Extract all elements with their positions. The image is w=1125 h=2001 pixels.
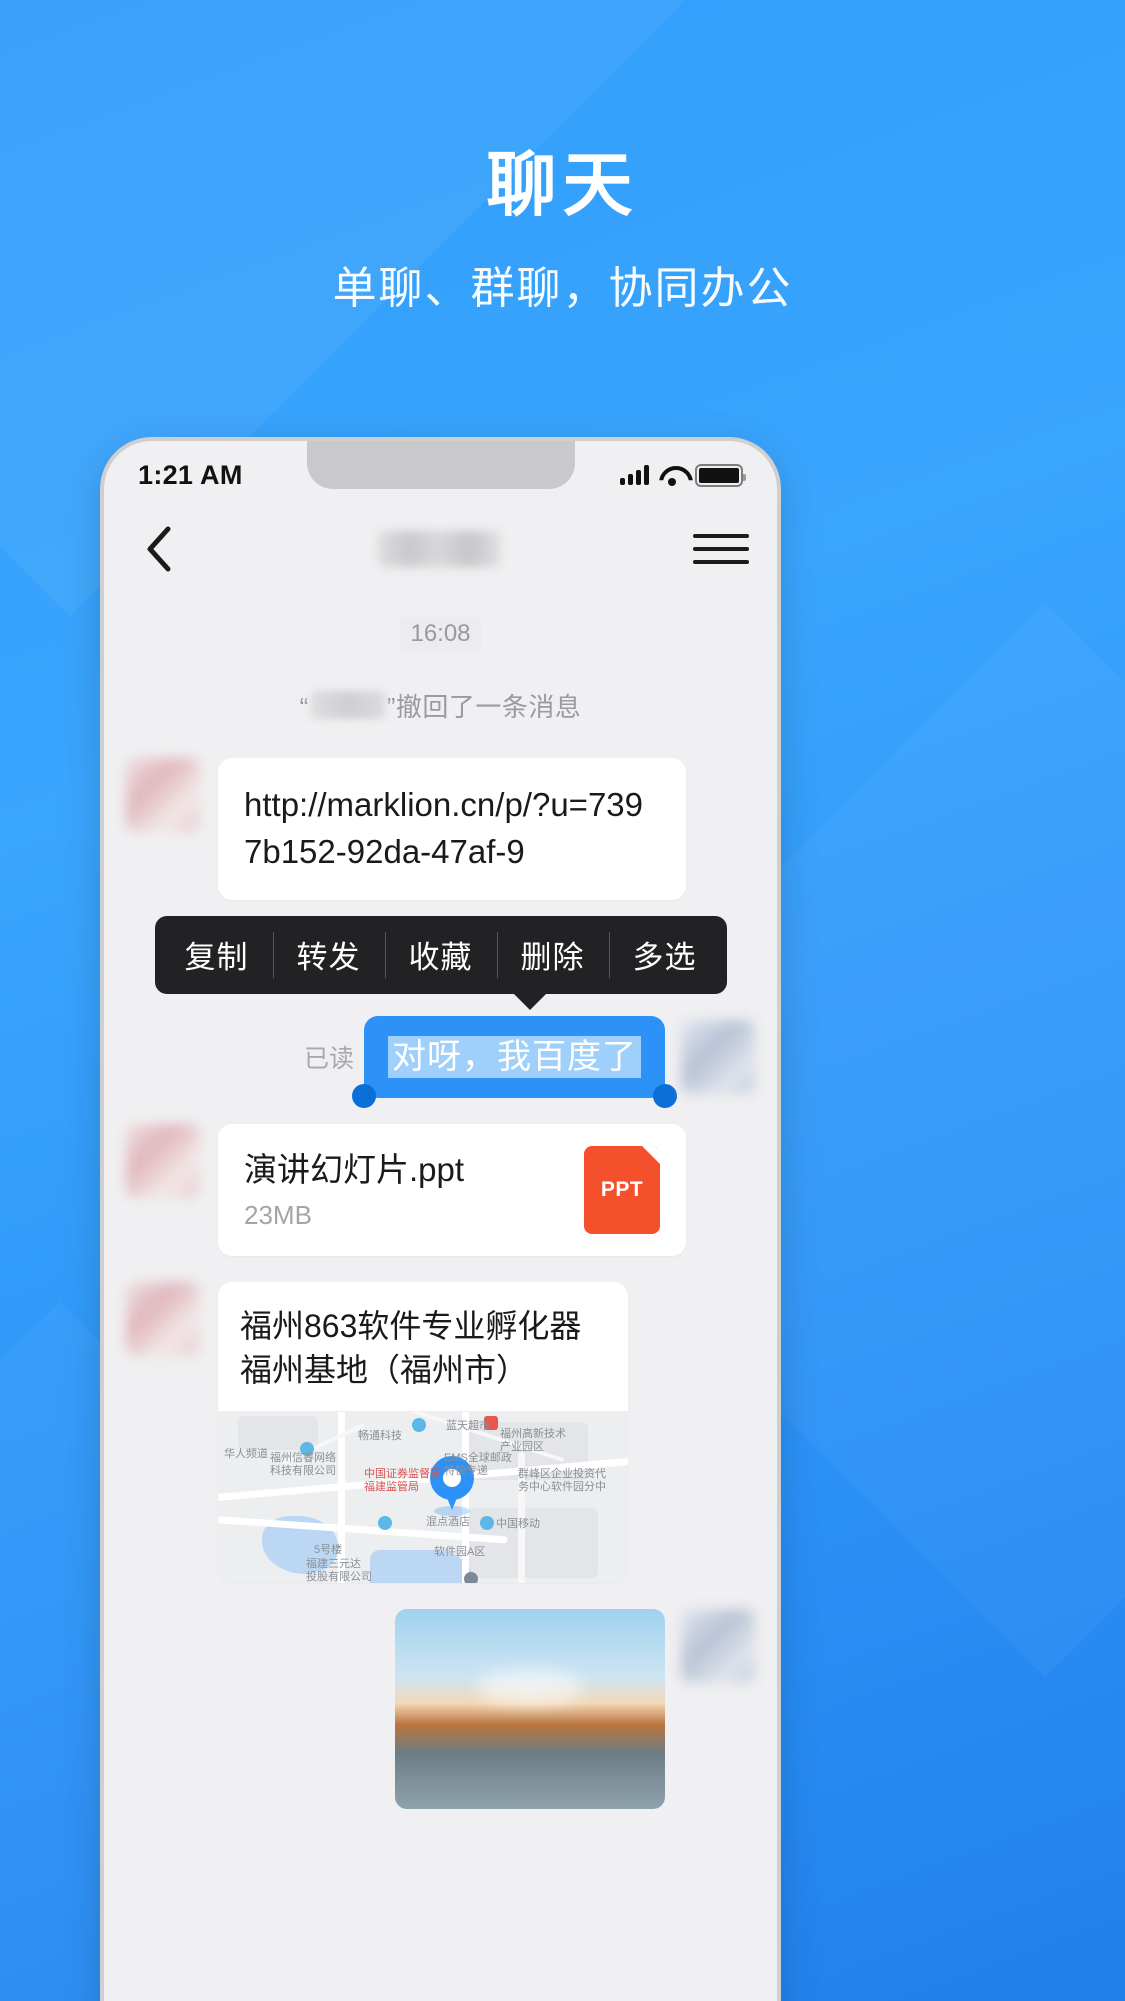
back-chevron-icon — [147, 526, 171, 572]
map-poi-icon — [412, 1417, 426, 1432]
context-menu-item-multiselect[interactable]: 多选 — [608, 916, 721, 994]
context-menu-wrapper: 复制 转发 收藏 删除 多选 — [126, 915, 755, 1010]
hero-headline: 聊天 单聊、群聊，协同办公 — [0, 146, 1125, 316]
menu-button[interactable] — [693, 523, 749, 575]
phone-mockup: 1:21 AM 16:08 “ ” 撤回了一条消息 http://marklio… — [100, 437, 781, 2001]
location-message-bubble[interactable]: 福州863软件专业孵化器福州基地（福州市） 华人频道 福州信睿网络 科技有限公司… — [218, 1282, 628, 1583]
status-bar-indicators — [620, 463, 746, 487]
battery-full-icon — [695, 463, 746, 487]
link-message-bubble[interactable]: http://marklion.cn/p/?u=7397b152-92da-47… — [218, 758, 686, 900]
location-map-preview[interactable]: 华人频道 福州信睿网络 科技有限公司 畅通科技 蓝天超市 福州高新技术 产业园区 中国证券监督… — [218, 1410, 628, 1583]
image-message-thumbnail[interactable] — [395, 1608, 665, 1809]
status-bar-clock: 1:21 AM — [138, 459, 243, 490]
map-parking-icon — [464, 1571, 478, 1583]
outgoing-message-bubble[interactable]: 对呀，我百度了 — [352, 1015, 677, 1109]
message-row-link: http://marklion.cn/p/?u=7397b152-92da-47… — [126, 758, 755, 900]
phone-screen: 1:21 AM 16:08 “ ” 撤回了一条消息 http://marklio… — [104, 441, 777, 2001]
message-row-selected-text: 已读 对呀，我百度了 — [126, 1015, 755, 1109]
context-menu-item-delete[interactable]: 删除 — [496, 916, 609, 994]
recall-notice-text: 撤回了一条消息 — [395, 692, 582, 722]
map-label: 福州信睿网络 科技有限公司 — [270, 1451, 336, 1478]
map-label: 5号楼 — [314, 1543, 343, 1556]
map-label: EMS全球邮政 特快专递 — [444, 1451, 512, 1478]
quote-close: ” — [386, 692, 396, 722]
timestamp-row: 16:08 — [126, 595, 755, 661]
chat-navbar — [104, 503, 777, 595]
map-label: 群峰区企业投资代 务中心软件园分中 — [518, 1467, 606, 1494]
message-row-file: 演讲幻灯片.ppt 23MB PPT — [126, 1124, 755, 1257]
file-size: 23MB — [244, 1200, 312, 1231]
blurred-contact-name — [377, 531, 500, 567]
chat-message-list[interactable]: 16:08 “ ” 撤回了一条消息 http://marklion.cn/p/?… — [104, 595, 777, 2001]
avatar[interactable] — [126, 1282, 200, 1357]
map-label: 福建三元达 投股有限公司 — [306, 1557, 372, 1583]
map-label: 蓝天超市 — [446, 1419, 490, 1432]
chat-title — [184, 531, 693, 567]
map-poi-icon — [378, 1515, 392, 1530]
file-message-bubble[interactable]: 演讲幻灯片.ppt 23MB PPT — [218, 1124, 686, 1257]
signal-bars-icon — [620, 465, 649, 485]
quote-open: “ — [299, 692, 309, 722]
hamburger-menu-icon — [693, 534, 749, 538]
ppt-file-icon-label: PPT — [600, 1178, 644, 1202]
context-menu-arrow — [512, 992, 547, 1010]
map-label: 中国证券监督管 福建监管局 — [364, 1467, 441, 1494]
blurred-sender-name — [310, 691, 385, 719]
avatar[interactable] — [126, 1124, 200, 1199]
page-subtitle: 单聊、群聊，协同办公 — [332, 263, 793, 313]
ppt-file-icon: PPT — [584, 1146, 660, 1235]
message-context-menu[interactable]: 复制 转发 收藏 删除 多选 — [154, 915, 727, 1010]
system-notice-row: “ ” 撤回了一条消息 — [126, 661, 755, 732]
avatar[interactable] — [681, 1608, 755, 1683]
map-poi-icon — [480, 1515, 494, 1530]
file-name: 演讲幻灯片.ppt — [244, 1151, 465, 1189]
promo-page: 聊天 单聊、群聊，协同办公 1:21 AM 16:08 “ ” 撤回了一条消息 … — [0, 0, 1125, 2001]
map-label: 混点酒店 — [426, 1515, 470, 1528]
context-menu-item-favorite[interactable]: 收藏 — [384, 916, 497, 994]
context-menu-item-copy[interactable]: 复制 — [161, 916, 273, 994]
back-button[interactable] — [132, 523, 184, 575]
selection-handle-right[interactable] — [653, 1084, 677, 1109]
page-title: 聊天 — [486, 146, 639, 224]
message-row-location: 福州863软件专业孵化器福州基地（福州市） 华人频道 福州信睿网络 科技有限公司… — [126, 1282, 755, 1583]
map-label: 软件园A区 — [434, 1545, 486, 1558]
location-title: 福州863软件专业孵化器福州基地（福州市） — [240, 1308, 582, 1389]
selection-handle-left[interactable] — [352, 1084, 376, 1109]
file-meta: 演讲幻灯片.ppt 23MB — [244, 1149, 464, 1231]
map-label: 畅通科技 — [358, 1429, 402, 1442]
map-label: 华人频道 — [224, 1447, 268, 1460]
message-row-image — [126, 1608, 755, 1809]
wifi-icon — [659, 465, 685, 486]
phone-notch — [306, 441, 575, 489]
recall-notice: “ ” 撤回了一条消息 — [300, 687, 582, 724]
avatar[interactable] — [681, 1019, 755, 1094]
selected-message-text: 对呀，我百度了 — [388, 1035, 641, 1078]
read-status-label: 已读 — [303, 1044, 354, 1073]
map-label: 中国移动 — [496, 1517, 540, 1530]
status-bar: 1:21 AM — [104, 441, 777, 503]
avatar[interactable] — [126, 758, 200, 832]
message-timestamp: 16:08 — [400, 617, 481, 651]
context-menu-item-forward[interactable]: 转发 — [272, 916, 385, 994]
